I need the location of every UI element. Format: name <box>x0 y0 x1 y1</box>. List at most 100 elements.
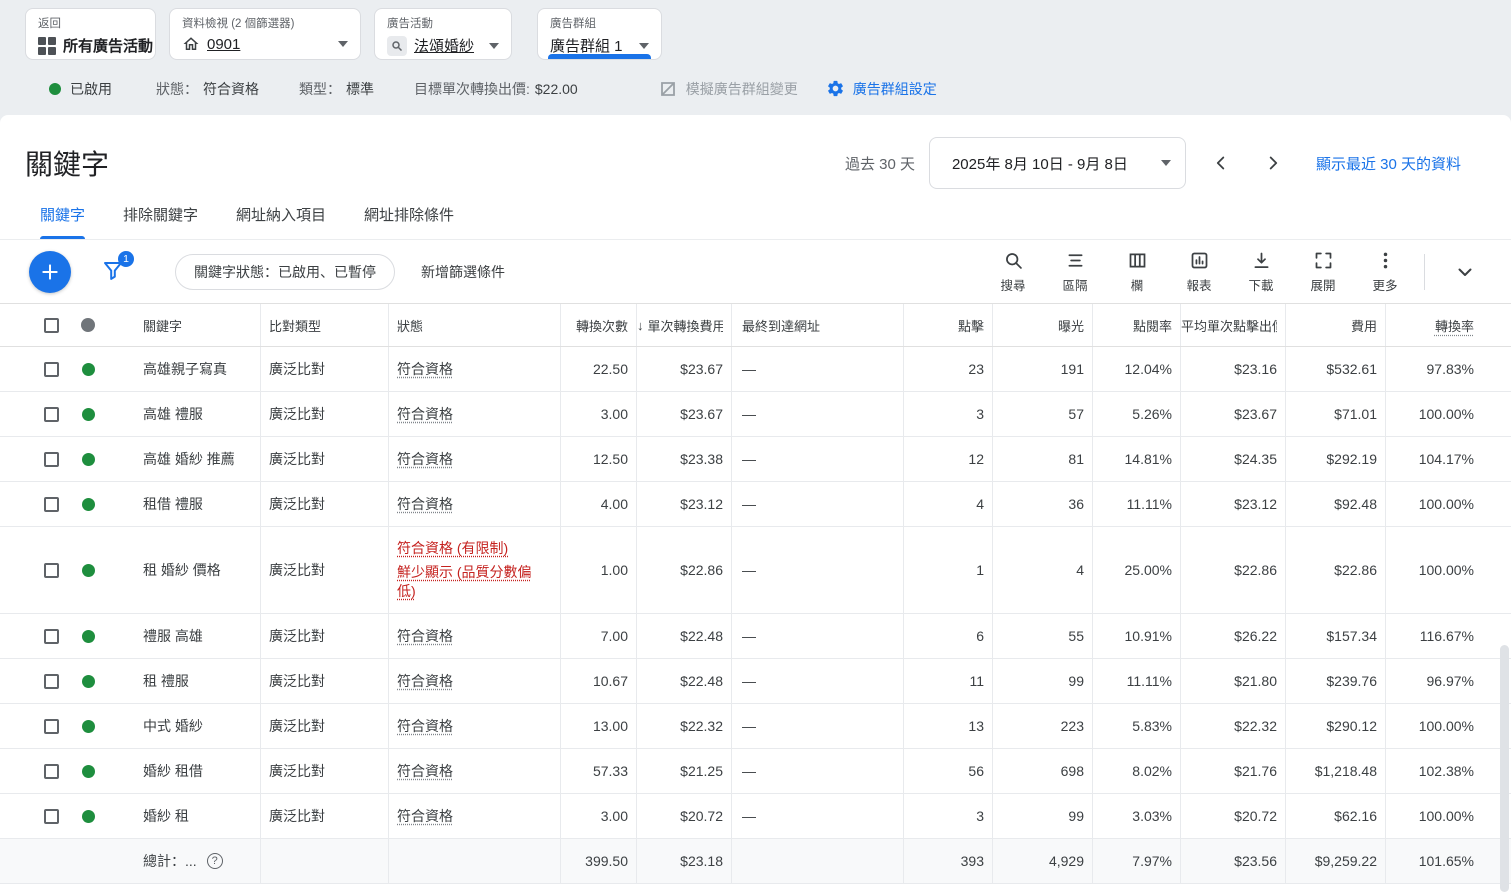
cell-cvr: 104.17% <box>1385 437 1496 481</box>
keyword-status-link[interactable]: 符合資格 <box>397 763 453 779</box>
column-header-impr[interactable]: 曝光 <box>992 304 1092 346</box>
keyword-status-link[interactable]: 符合資格 <box>397 361 453 377</box>
vertical-scrollbar[interactable] <box>1500 645 1509 892</box>
search-button[interactable]: 搜尋 <box>982 250 1044 294</box>
column-header-cvr[interactable]: 轉換率 <box>1385 304 1496 346</box>
keyword-status-link[interactable]: 符合資格 <box>397 628 453 644</box>
ad-group-settings-button[interactable]: 廣告群組設定 <box>826 79 937 99</box>
back-all-campaigns-button[interactable]: 返回 所有廣告活動 <box>25 8 156 60</box>
row-checkbox[interactable] <box>44 362 59 377</box>
column-header-cost[interactable]: 費用 <box>1285 304 1385 346</box>
status-dot-header-icon <box>81 318 95 332</box>
table-row: 租 禮服廣泛比對符合資格10.67$22.48—119911.11%$21.80… <box>0 659 1511 704</box>
column-header-label: 點擊 <box>958 319 984 334</box>
date-range-picker[interactable]: 2025年 8月 10日 - 9月 8日 <box>929 137 1186 189</box>
more-button[interactable]: 更多 <box>1354 250 1416 294</box>
help-icon[interactable]: ? <box>207 853 223 869</box>
campaign-value[interactable]: 法頌婚紗 <box>414 35 474 56</box>
column-header-ctr[interactable]: 點閱率 <box>1092 304 1180 346</box>
column-header-url[interactable]: 最終到達網址 <box>731 304 903 346</box>
column-header-avgcpc[interactable]: 平均單次點擊出價 <box>1180 304 1285 346</box>
cell-match: 廣泛比對 <box>260 614 388 658</box>
row-checkbox[interactable] <box>44 407 59 422</box>
cell-conv: 10.67 <box>560 659 636 703</box>
keyword-status-link[interactable]: 符合資格 <box>397 718 453 734</box>
cell-url: — <box>731 392 903 436</box>
table-header-row: 關鍵字比對類型狀態轉換次數↓單次轉換費用最終到達網址 點擊 曝光 點閱率平均單次點擊出… <box>0 304 1511 347</box>
collapse-toolbar-button[interactable] <box>1437 260 1493 284</box>
keyword-status-link[interactable]: 符合資格 <box>397 496 453 512</box>
download-button[interactable]: 下載 <box>1230 250 1292 294</box>
keyword-status-filter-chip[interactable]: 關鍵字狀態：已啟用、已暫停 <box>175 254 395 290</box>
column-header-dot[interactable] <box>70 304 106 346</box>
row-checkbox[interactable] <box>44 497 59 512</box>
cell-match: 廣泛比對 <box>260 794 388 838</box>
tab-url-inclusions[interactable]: 網址納入項目 <box>236 204 326 239</box>
row-checkbox[interactable] <box>44 764 59 779</box>
show-recent-data-link[interactable]: 顯示最近 30 天的資料 <box>1316 153 1461 174</box>
column-header-label: 曝光 <box>1058 319 1084 334</box>
keyword-status-link[interactable]: 符合資格 (有限制) <box>397 540 508 556</box>
cell-clicks: 12 <box>903 437 992 481</box>
select-all-checkbox[interactable] <box>44 318 59 333</box>
cell-conv: 3.00 <box>560 794 636 838</box>
cell-dot <box>70 659 106 703</box>
row-checkbox[interactable] <box>44 452 59 467</box>
cell-dot <box>70 437 106 481</box>
row-checkbox[interactable] <box>44 809 59 824</box>
cell-cvr: 100.00% <box>1385 704 1496 748</box>
column-header-label: 點閱率 <box>1133 319 1172 334</box>
tab-negative-keywords[interactable]: 排除關鍵字 <box>123 204 198 239</box>
cell-ctr: 5.26% <box>1092 392 1180 436</box>
keyword-status-link[interactable]: 符合資格 <box>397 808 453 824</box>
cell-conv: 1.00 <box>560 527 636 613</box>
column-header-keyword[interactable]: 關鍵字 <box>106 304 260 346</box>
columns-button[interactable]: 欄 <box>1106 250 1168 294</box>
previous-period-button[interactable] <box>1210 152 1232 174</box>
download-icon <box>1251 250 1272 271</box>
segment-button[interactable]: 區隔 <box>1044 250 1106 294</box>
column-header-clicks[interactable]: 點擊 <box>903 304 992 346</box>
data-view-selector[interactable]: 資料檢視 (2 個篩選器) 0901 <box>169 8 361 60</box>
tab-keywords[interactable]: 關鍵字 <box>40 204 85 239</box>
cell-url: — <box>731 482 903 526</box>
search-label: 搜尋 <box>1000 275 1025 294</box>
row-checkbox[interactable] <box>44 719 59 734</box>
cell-avgcpc: $23.56 <box>1180 839 1285 883</box>
row-checkbox[interactable] <box>44 674 59 689</box>
filter-button[interactable]: 1 <box>101 257 127 287</box>
column-header-cpa[interactable]: ↓單次轉換費用 <box>636 304 731 346</box>
enabled-status-dot <box>82 720 95 733</box>
keyword-status-link[interactable]: 鮮少顯示 (品質分數偏低) <box>397 564 532 599</box>
ad-group-selector[interactable]: 廣告群組 廣告群組 1 <box>537 8 662 60</box>
table-body: 高雄親子寫真廣泛比對符合資格22.50$23.67—2319112.04%$23… <box>0 347 1511 884</box>
tab-url-exclusions[interactable]: 網址排除條件 <box>364 204 454 239</box>
cell-check <box>0 794 70 838</box>
column-header-conv[interactable]: 轉換次數 <box>560 304 636 346</box>
row-checkbox[interactable] <box>44 563 59 578</box>
row-checkbox[interactable] <box>44 629 59 644</box>
download-label: 下載 <box>1248 275 1273 294</box>
campaign-selector[interactable]: 廣告活動 法頌婚紗 <box>374 8 512 60</box>
cell-check <box>0 659 70 703</box>
keyword-status-link[interactable]: 符合資格 <box>397 673 453 689</box>
home-icon <box>182 35 200 53</box>
add-keyword-button[interactable] <box>29 251 71 293</box>
keyword-status-link[interactable]: 符合資格 <box>397 406 453 422</box>
column-header-status[interactable]: 狀態 <box>388 304 560 346</box>
total-label: 總計：... <box>143 851 197 871</box>
cell-clicks: 3 <box>903 392 992 436</box>
keyword-status-link[interactable]: 符合資格 <box>397 451 453 467</box>
expand-button[interactable]: 展開 <box>1292 250 1354 294</box>
reports-button[interactable]: 報表 <box>1168 250 1230 294</box>
column-header-match[interactable]: 比對類型 <box>260 304 388 346</box>
enabled-status-text[interactable]: 已啟用 <box>70 79 112 99</box>
cell-check <box>0 839 70 883</box>
table-row: 中式 婚紗廣泛比對符合資格13.00$22.32—132235.83%$22.3… <box>0 704 1511 749</box>
data-view-value[interactable]: 0901 <box>207 36 240 53</box>
table-row: 租 婚紗 價格廣泛比對符合資格 (有限制)鮮少顯示 (品質分數偏低)1.00$2… <box>0 527 1511 614</box>
next-period-button[interactable] <box>1262 152 1284 174</box>
add-filter-button[interactable]: 新增篩選條件 <box>421 262 505 282</box>
column-header-check[interactable] <box>0 304 70 346</box>
cell-clicks: 56 <box>903 749 992 793</box>
